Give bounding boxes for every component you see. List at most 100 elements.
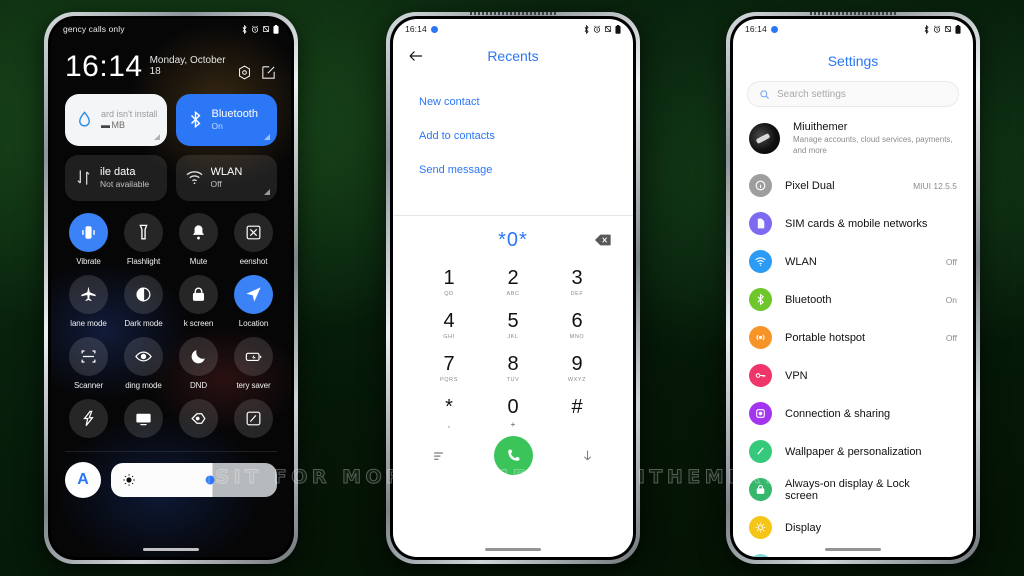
contrast-icon	[136, 287, 151, 302]
settings-row-bluetooth[interactable]: Bluetooth On	[733, 281, 973, 319]
account-subtitle: Manage accounts, cloud services, payment…	[793, 135, 953, 155]
qs-lock-screen[interactable]: k screen	[171, 274, 226, 328]
wifi-icon	[749, 250, 772, 274]
key-3[interactable]: 3 DEF	[545, 262, 609, 303]
key-2[interactable]: 2 ABC	[481, 262, 545, 303]
qs-screenshot[interactable]: eenshot	[226, 212, 281, 266]
expand-corner[interactable]	[153, 133, 160, 140]
info-icon	[749, 174, 772, 198]
qs-reading-mode[interactable]: ding mode	[116, 336, 171, 390]
settings-row-wlan[interactable]: WLAN Off	[733, 243, 973, 281]
row-label: WLAN	[785, 255, 817, 268]
notification-dot-icon	[770, 25, 778, 33]
storage-tile[interactable]: ard isn't install ▬ MB	[65, 93, 167, 146]
settings-row-portable-hotspot[interactable]: Portable hotspot Off	[733, 319, 973, 357]
settings-row-connection-sharing[interactable]: Connection & sharing	[733, 395, 973, 433]
row-label: Portable hotspot	[785, 331, 866, 344]
row-value: On	[945, 294, 957, 305]
key-4[interactable]: 4 GHI	[417, 305, 481, 346]
qs-scanner[interactable]: Scanner	[61, 336, 116, 390]
settings-row-pixel-dual[interactable]: Pixel Dual MIUI 12.5.5	[733, 167, 973, 205]
settings-row-always-on-display[interactable]: Always-on display & Lock screen	[733, 471, 973, 509]
key-8[interactable]: 8 TUV	[481, 348, 545, 389]
qs-vibrate[interactable]: Vibrate	[61, 212, 116, 266]
battery-saver-icon	[245, 352, 262, 361]
status-icons	[583, 24, 621, 34]
expand-corner[interactable]	[264, 188, 270, 195]
row-value: Off	[945, 332, 957, 343]
fullscreen-icon	[246, 411, 261, 426]
storage-tile-sub: ▬ MB	[101, 120, 126, 131]
sim-icon	[749, 212, 772, 236]
backspace-icon[interactable]	[595, 234, 611, 246]
key-5[interactable]: 5 JKL	[481, 305, 545, 346]
brightness-slider[interactable]	[111, 462, 277, 497]
link-send-message[interactable]: Send message	[393, 153, 633, 187]
avatar	[749, 123, 780, 155]
qs-lightning[interactable]	[61, 398, 116, 443]
key-star[interactable]: *,	[417, 391, 481, 432]
battery-icon	[273, 24, 279, 34]
key-1[interactable]: 1 QD	[417, 262, 481, 303]
qs-location[interactable]: Location	[226, 274, 281, 328]
dialer-links: New contact Add to contacts Send message	[393, 65, 633, 187]
call-button[interactable]	[493, 436, 533, 475]
bluetooth-icon	[584, 24, 589, 34]
key-7[interactable]: 7 PQRS	[417, 348, 481, 389]
alarm-icon	[251, 25, 259, 33]
settings-row-display[interactable]: Display	[733, 509, 973, 547]
qs-dark-mode[interactable]: Dark mode	[116, 274, 171, 328]
dialer-actions	[393, 432, 633, 475]
water-drop-icon	[79, 111, 90, 127]
lock-screen-icon	[749, 478, 772, 502]
row-label: Connection & sharing	[785, 407, 891, 420]
qs-flashlight[interactable]: Flashlight	[116, 212, 171, 266]
qs-airplane-mode[interactable]: lane mode	[61, 274, 116, 328]
qs-cast[interactable]	[116, 398, 171, 443]
settings-screen: 16:14 Settings Search settings Miuitheme…	[733, 19, 973, 557]
bluetooth-tile[interactable]: Bluetooth On	[175, 93, 277, 146]
expand-corner[interactable]	[264, 133, 270, 140]
dialpad-menu-icon[interactable]	[431, 448, 446, 463]
search-input[interactable]: Search settings	[747, 81, 959, 107]
mobile-data-title: ile data	[100, 166, 136, 179]
arrow-down-icon[interactable]	[580, 448, 595, 463]
wlan-tile[interactable]: WLAN Off	[175, 154, 277, 201]
home-indicator	[485, 548, 541, 551]
big-tiles: ard isn't install ▬ MB Bluetooth On	[51, 81, 291, 146]
key-6[interactable]: 6 MNO	[545, 305, 609, 346]
edit-icon[interactable]	[260, 64, 277, 81]
key-0[interactable]: 0 +	[481, 391, 545, 432]
mobile-data-sub: Not available	[100, 179, 150, 190]
account-row[interactable]: Miuithemer Manage accounts, cloud servic…	[733, 107, 973, 167]
link-add-to-contacts[interactable]: Add to contacts	[393, 119, 633, 153]
status-time: 16:14	[745, 24, 767, 34]
mobile-data-tile[interactable]: ile data Not available	[65, 154, 167, 201]
qs-battery-saver[interactable]: tery saver	[226, 336, 281, 390]
key-9[interactable]: 9 WXYZ	[545, 348, 609, 389]
row-value: Off	[945, 256, 957, 267]
settings-row-sim-cards[interactable]: SIM cards & mobile networks	[733, 205, 973, 243]
bluetooth-tile-sub: On	[211, 121, 223, 132]
qs-fullscreen[interactable]	[226, 398, 281, 443]
settings-gear-icon[interactable]	[236, 64, 253, 81]
qs-quick-ball[interactable]	[171, 398, 226, 443]
home-indicator	[825, 548, 881, 551]
link-new-contact[interactable]: New contact	[393, 85, 633, 119]
bluetooth-icon	[242, 24, 247, 34]
arrow-left-icon[interactable]	[407, 47, 425, 65]
flashlight-icon	[139, 224, 148, 240]
qs-dnd[interactable]: DND	[171, 336, 226, 390]
settings-row-vpn[interactable]: VPN	[733, 357, 973, 395]
phone-call-icon	[507, 449, 520, 461]
dial-keypad: 1 QD 2 ABC 3 DEF 4 GHI 5 JKL 6 MNO 7 PQRS 8 TUV …	[393, 258, 633, 432]
share-icon	[749, 402, 772, 426]
auto-brightness-button[interactable]: A	[65, 461, 101, 498]
slider-knob[interactable]	[205, 475, 215, 485]
key-hash[interactable]: #	[545, 391, 609, 432]
qs-mute[interactable]: Mute	[171, 212, 226, 266]
settings-row-wallpaper-personalization[interactable]: Wallpaper & personalization	[733, 433, 973, 471]
display-sun-icon	[749, 516, 772, 540]
mute-icon	[944, 25, 952, 33]
eye-icon	[135, 351, 152, 362]
